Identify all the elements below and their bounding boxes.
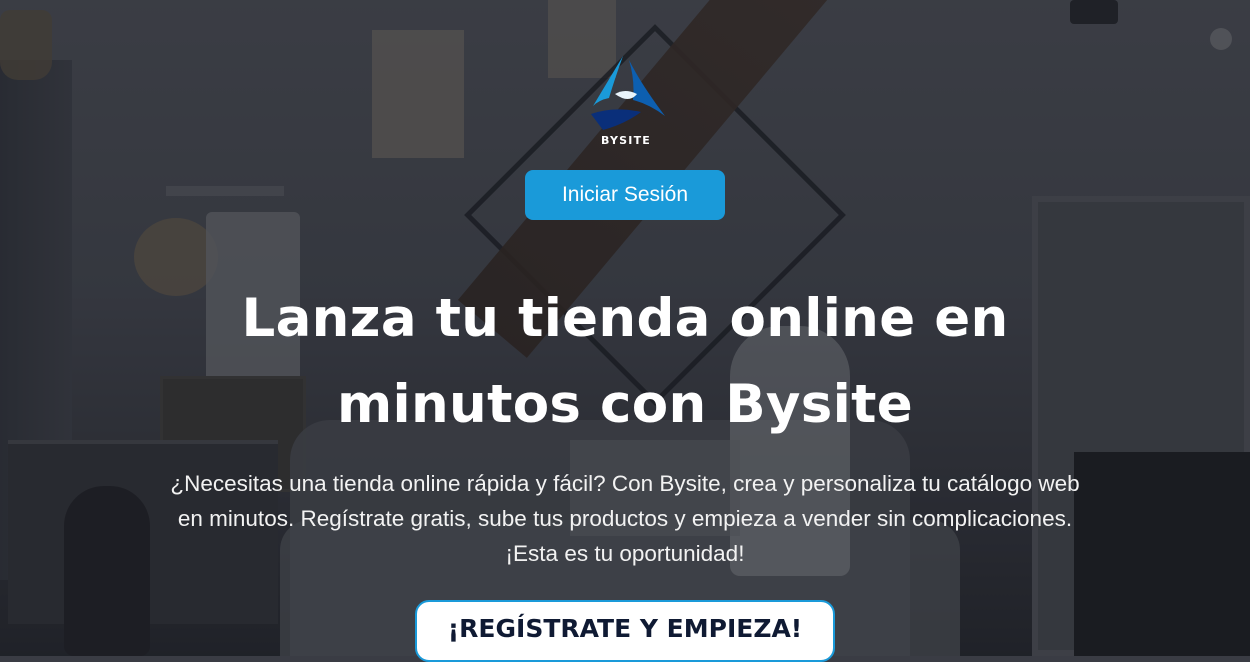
hero-description: ¿Necesitas una tienda online rápida y fá… [170,471,1080,566]
register-cta-button[interactable]: ¡REGÍSTRATE Y EMPIEZA! [415,600,835,662]
brand-name: BYSITE [601,134,651,147]
login-button[interactable]: Iniciar Sesión [525,170,725,220]
bysite-triangle-logo-icon [591,56,665,130]
hero-section: BYSITE Iniciar Sesión Lanza tu tienda on… [0,0,1250,662]
brand-logo[interactable]: BYSITE [585,54,667,154]
hero-headline: Lanza tu tienda online en minutos con By… [241,288,1009,435]
